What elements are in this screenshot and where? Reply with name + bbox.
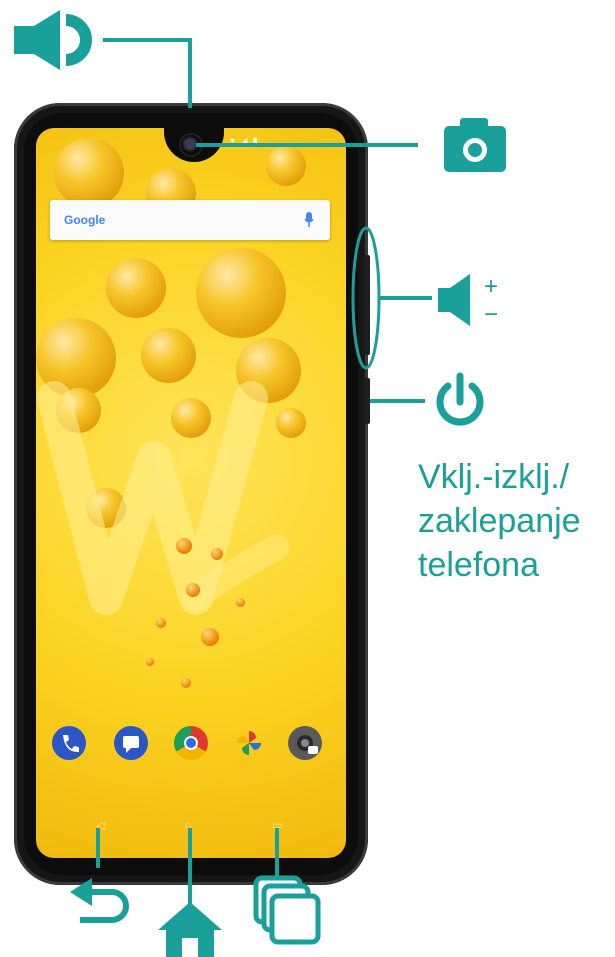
- volume-plus: +: [484, 273, 498, 300]
- volume-minus: −: [484, 301, 498, 328]
- power-label-line-1: Vklj.-izklj./: [418, 458, 570, 496]
- power-label-line-2: zaklepanje: [418, 502, 581, 540]
- volume-icon: + −: [438, 273, 498, 328]
- power-label: Vklj.-izklj./ zaklepanje telefona: [418, 455, 615, 587]
- recent-apps-icon: [253, 875, 321, 945]
- back-arrow-icon: [70, 878, 129, 923]
- power-icon: [436, 372, 484, 426]
- home-icon: [158, 902, 222, 957]
- power-label-line-3: telefona: [418, 546, 539, 584]
- speaker-icon: [14, 10, 92, 70]
- camera-icon: [444, 118, 506, 172]
